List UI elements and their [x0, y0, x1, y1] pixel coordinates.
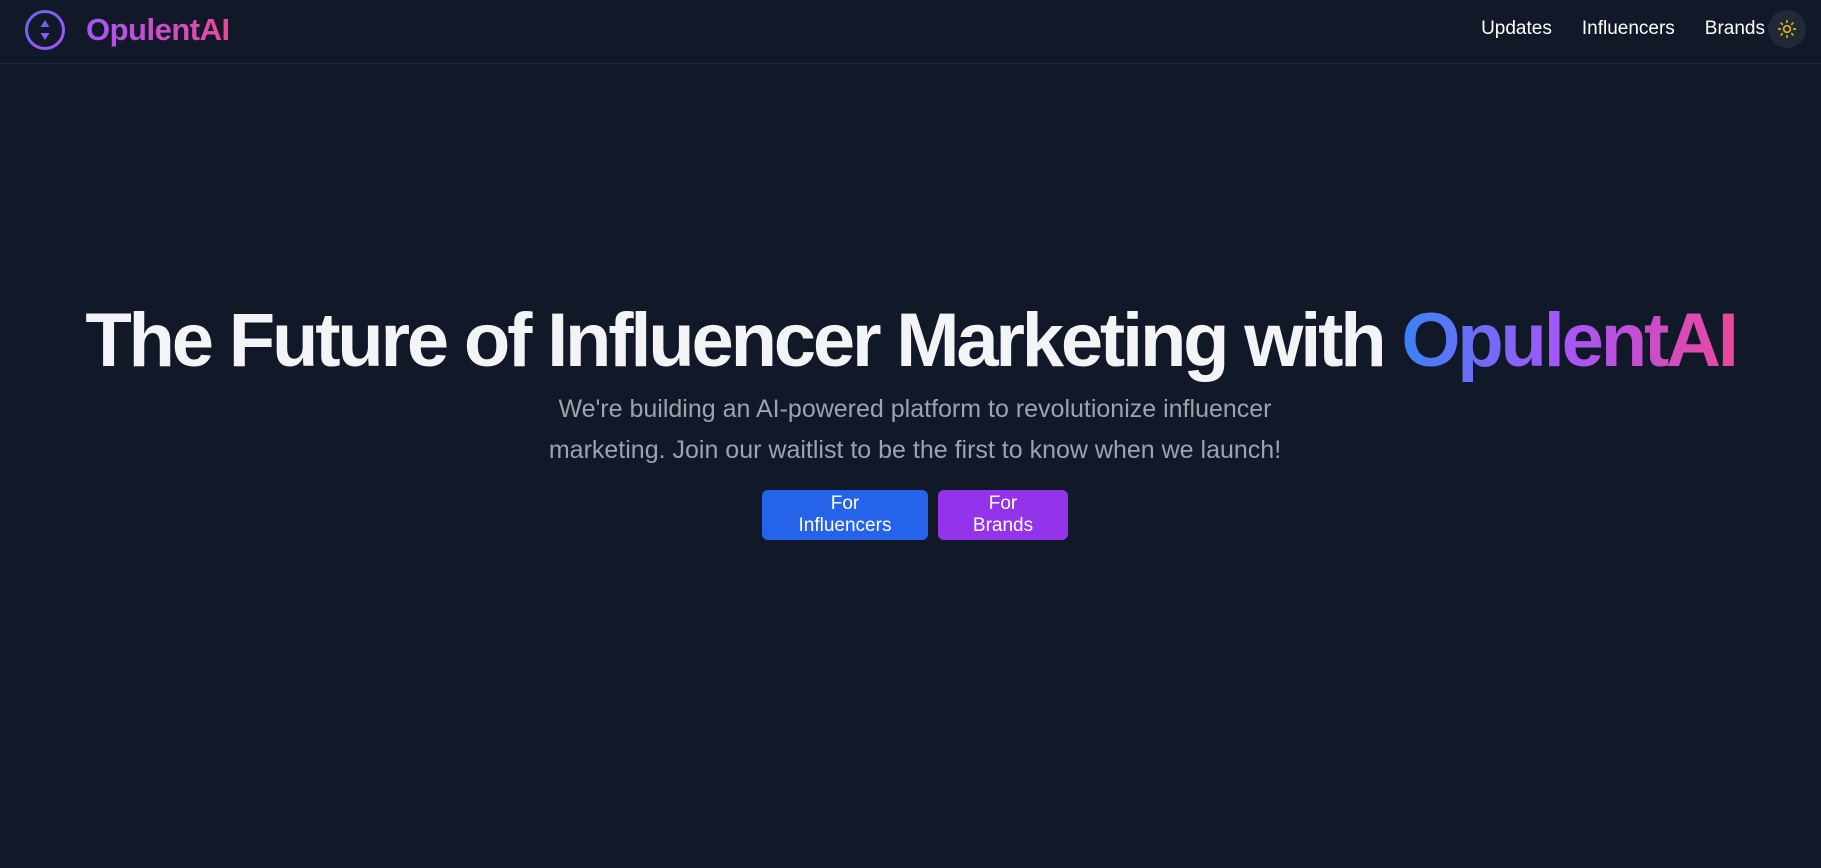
for-brands-button[interactable]: For Brands: [938, 490, 1068, 540]
main-nav: Updates Influencers Brands: [1481, 0, 1765, 58]
top-navbar: OpulentAI Updates Influencers Brands: [0, 0, 1821, 64]
logo-icon: [25, 10, 65, 50]
hero-title-accent: OpulentAI: [1401, 298, 1738, 383]
hero-subtitle: We're building an AI-powered platform to…: [548, 395, 1282, 464]
theme-toggle-button[interactable]: [1768, 10, 1806, 48]
nav-link-updates[interactable]: Updates: [1481, 18, 1552, 40]
brand-name: OpulentAI: [86, 12, 230, 47]
nav-link-brands[interactable]: Brands: [1705, 18, 1765, 40]
for-influencers-button[interactable]: For Influencers: [762, 490, 928, 540]
cta-buttons: For Influencers For Brands: [762, 490, 1068, 540]
nav-link-influencers[interactable]: Influencers: [1582, 18, 1675, 40]
hero-section: The Future of Influencer Marketing with …: [0, 0, 1821, 868]
sun-icon: [1777, 19, 1797, 39]
hero-title-main: The Future of Influencer Marketing with: [85, 298, 1402, 383]
brand-home-link[interactable]: OpulentAI: [24, 9, 230, 51]
hero-title: The Future of Influencer Marketing with …: [0, 296, 1821, 386]
